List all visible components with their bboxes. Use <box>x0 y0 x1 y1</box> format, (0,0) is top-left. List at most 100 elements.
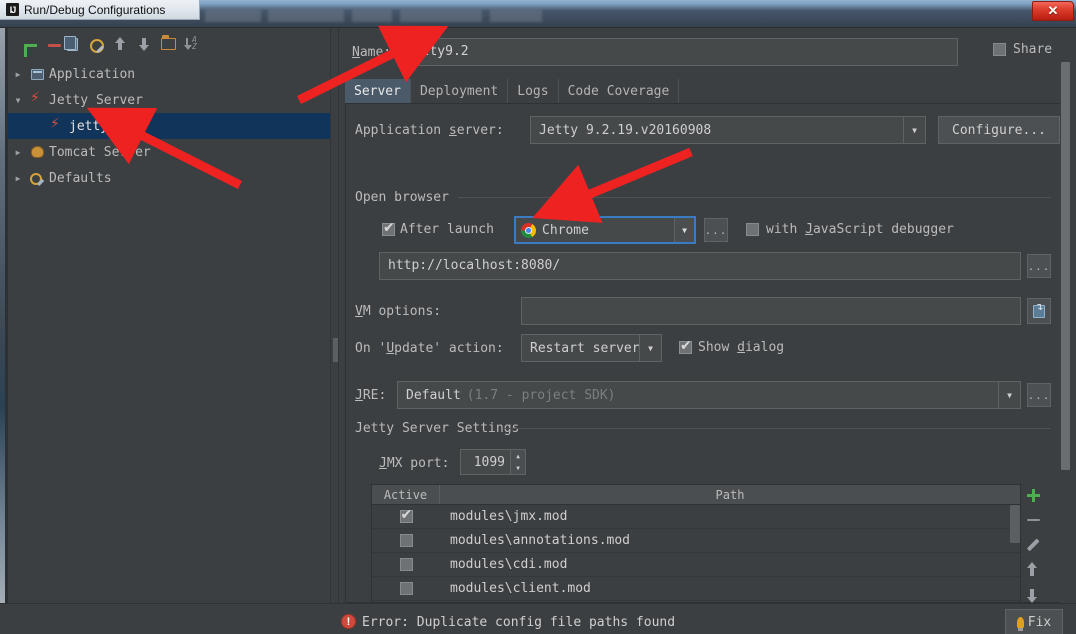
stepper-up-icon[interactable]: ▲ <box>511 450 525 462</box>
tree-item-defaults[interactable]: ▶ Defaults <box>8 165 330 191</box>
table-row[interactable]: modules\client.mod <box>372 577 1020 601</box>
tab-logs[interactable]: Logs <box>508 79 559 103</box>
tree-item-label: Tomcat Server <box>49 144 151 160</box>
edit-templates-icon[interactable] <box>86 34 106 54</box>
chevron-down-icon[interactable]: ▼ <box>674 218 694 242</box>
background-menu-item <box>352 9 392 22</box>
tab-deployment[interactable]: Deployment <box>410 79 509 103</box>
stepper-buttons[interactable]: ▲ ▼ <box>510 450 525 474</box>
jmx-port-label: JMX port: <box>379 456 450 471</box>
expand-arrow-icon[interactable]: ▶ <box>8 148 28 157</box>
row-active-checkbox[interactable] <box>372 582 440 595</box>
browser-browse-button[interactable]: ... <box>704 218 728 242</box>
modules-table-buttons <box>1023 487 1043 603</box>
application-server-combo[interactable]: Jetty 9.2.19.v20160908 ▼ <box>530 116 926 144</box>
name-row: Name: jetty9.2 Share <box>340 38 1068 68</box>
share-checkbox[interactable] <box>993 43 1006 56</box>
fix-button[interactable]: Fix <box>1005 609 1063 634</box>
tree-item-jetty9-2[interactable]: jetty9.2 <box>8 113 330 139</box>
browser-value: Chrome <box>542 222 589 238</box>
status-bar: ! Error: Duplicate config file paths fou… <box>0 603 1076 634</box>
intellij-logo-icon: IJ <box>6 3 19 16</box>
name-input[interactable]: jetty9.2 <box>398 38 958 66</box>
error-message: Error: Duplicate config file paths found <box>362 615 676 630</box>
background-menu-item <box>400 9 482 22</box>
add-icon[interactable] <box>14 34 34 54</box>
jetty-icon <box>48 116 66 133</box>
tree-item-jetty-server[interactable]: ▼ Jetty Server <box>8 87 330 113</box>
run-debug-configurations-dialog: IJ Run/Debug Configurations ✕ AZ ▶ Appli… <box>0 0 1076 634</box>
start-url-input[interactable]: http://localhost:8080/ <box>379 252 1021 280</box>
move-row-up-button[interactable] <box>1023 562 1043 578</box>
tomcat-icon <box>28 146 46 158</box>
url-browse-button[interactable]: ... <box>1027 254 1051 278</box>
table-row[interactable]: modules\jmx.mod <box>372 505 1020 529</box>
configurations-tree[interactable]: ▶ Application ▼ Jetty Server jetty9.2 ▶ … <box>8 61 330 603</box>
close-icon[interactable]: ✕ <box>1032 1 1074 21</box>
move-up-icon[interactable] <box>110 34 130 54</box>
defaults-icon <box>28 172 46 185</box>
edit-row-button[interactable] <box>1023 537 1043 553</box>
row-path: modules\client.mod <box>450 581 591 596</box>
browser-combo[interactable]: Chrome ▼ <box>514 216 696 244</box>
open-browser-group-title: Open browser <box>355 190 455 205</box>
tree-item-label: Jetty Server <box>49 92 143 108</box>
remove-row-button[interactable] <box>1023 512 1043 528</box>
add-row-button[interactable] <box>1023 487 1043 503</box>
move-down-icon[interactable] <box>134 34 154 54</box>
expand-editor-icon[interactable] <box>1027 298 1051 324</box>
background-menu-item <box>268 9 344 22</box>
share-checkbox-group[interactable]: Share <box>993 42 1052 57</box>
remove-icon[interactable] <box>38 34 58 54</box>
jre-combo[interactable]: Default (1.7 - project SDK) ▼ <box>397 381 1021 409</box>
tab-server[interactable]: Server <box>345 79 411 103</box>
expand-arrow-icon[interactable]: ▶ <box>8 174 28 183</box>
table-scrollbar-thumb[interactable] <box>1010 505 1020 543</box>
row-active-checkbox[interactable] <box>372 507 440 523</box>
row-path: modules\annotations.mod <box>450 533 631 548</box>
background-menu-item <box>205 9 261 22</box>
folder-icon[interactable] <box>158 34 178 54</box>
table-row[interactable]: modules\cdi.mod <box>372 553 1020 577</box>
jmx-port-value: 1099 <box>473 454 505 470</box>
chevron-down-icon[interactable]: ▼ <box>903 117 925 143</box>
update-action-combo[interactable]: Restart server ▼ <box>521 334 662 362</box>
configure-button[interactable]: Configure... <box>938 116 1060 144</box>
open-browser-group-line <box>458 197 1051 198</box>
stepper-down-icon[interactable]: ▼ <box>511 462 525 474</box>
after-launch-checkbox[interactable] <box>382 220 395 236</box>
tree-item-label: jetty9.2 <box>69 118 132 134</box>
chevron-down-icon[interactable]: ▼ <box>998 382 1020 408</box>
editor-tabs[interactable]: Server Deployment Logs Code Coverage <box>345 78 1068 104</box>
panel-scrollbar[interactable] <box>1060 58 1071 603</box>
tree-item-application[interactable]: ▶ Application <box>8 61 330 87</box>
chevron-down-icon[interactable]: ▼ <box>639 335 661 361</box>
sort-icon[interactable]: AZ <box>182 34 202 54</box>
expand-arrow-icon[interactable]: ▶ <box>8 70 28 79</box>
modules-table[interactable]: Active Path modules\jmx.mod modules\anno… <box>371 484 1021 603</box>
js-debugger-checkbox[interactable] <box>746 223 759 236</box>
panel-splitter[interactable] <box>330 28 339 603</box>
tab-code-coverage[interactable]: Code Coverage <box>558 79 680 103</box>
copy-icon[interactable] <box>62 34 82 54</box>
panel-scrollbar-thumb[interactable] <box>1061 62 1070 470</box>
row-active-checkbox[interactable] <box>372 534 440 547</box>
move-row-down-button[interactable] <box>1023 587 1043 603</box>
server-tab-content: Application server: Jetty 9.2.19.v201609… <box>345 104 1068 603</box>
tree-item-label: Application <box>49 66 136 82</box>
js-debugger-label: with JavaScript debugger <box>766 222 954 237</box>
fix-label: Fix <box>1027 614 1052 630</box>
tree-item-tomcat-server[interactable]: ▶ Tomcat Server <box>8 139 330 165</box>
jmx-port-stepper[interactable]: 1099 ▲ ▼ <box>460 449 526 475</box>
update-action-value: Restart server <box>530 340 639 356</box>
vm-options-input[interactable] <box>521 297 1021 325</box>
show-dialog-checkbox[interactable] <box>679 338 692 354</box>
row-active-checkbox[interactable] <box>372 558 440 571</box>
jre-browse-button[interactable]: ... <box>1027 383 1051 407</box>
collapse-arrow-icon[interactable]: ▼ <box>8 96 28 105</box>
chrome-icon <box>521 222 536 238</box>
table-row[interactable]: modules\annotations.mod <box>372 529 1020 553</box>
row-path: modules\jmx.mod <box>450 509 568 524</box>
application-icon <box>28 68 46 80</box>
splitter-grip-icon[interactable] <box>333 338 338 362</box>
